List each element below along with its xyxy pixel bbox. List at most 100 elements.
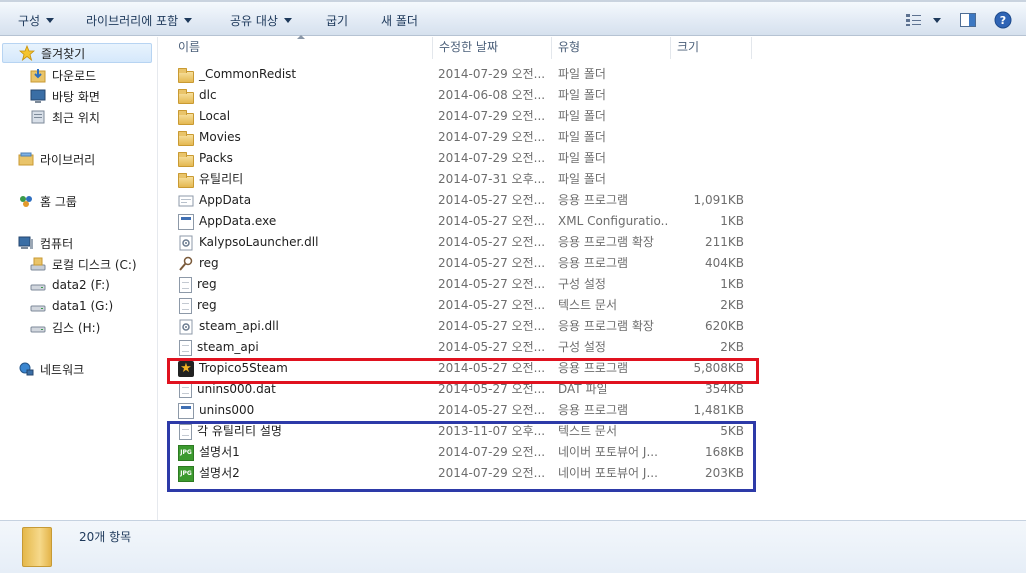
chevron-down-icon [283, 17, 292, 23]
file-row[interactable]: reg 2014-05-27 오전... 응용 프로그램 404KB [172, 253, 752, 274]
nav-homegroup-label: 홈 그룹 [40, 194, 77, 209]
help-button[interactable]: ? [993, 10, 1013, 30]
file-size: 2KB [720, 298, 744, 312]
file-row[interactable]: AppData 2014-05-27 오전... 응용 프로그램 1,091KB [172, 190, 752, 211]
nav-favorites-label: 즐겨찾기 [41, 46, 86, 61]
file-size: 1KB [720, 214, 744, 228]
file-name: Local [199, 109, 231, 123]
reg-file-icon [178, 256, 194, 272]
burn-button[interactable]: 굽기 [326, 11, 348, 29]
file-type: 응용 프로그램 [558, 256, 629, 270]
file-name-cell: Packs [178, 148, 233, 169]
column-size-header[interactable]: 크기 [671, 37, 752, 59]
file-row[interactable]: dlc 2014-06-08 오전... 파일 폴더 [172, 85, 752, 106]
file-type: 응용 프로그램 확장 [558, 319, 654, 333]
dll-file-icon [178, 319, 194, 335]
nav-drive-h[interactable]: 김스 (H:) [30, 317, 100, 337]
file-date: 2014-07-29 오전... [438, 67, 546, 81]
preview-pane-button[interactable] [958, 10, 978, 30]
application-icon [178, 213, 194, 230]
nav-desktop[interactable]: 바탕 화면 [30, 86, 100, 106]
nav-homegroup[interactable]: 홈 그룹 [18, 191, 77, 211]
include-in-library-button[interactable]: 라이브러리에 포함 [86, 11, 193, 29]
file-row[interactable]: reg 2014-05-27 오전... 텍스트 문서 2KB [172, 295, 752, 316]
star-icon [18, 44, 36, 62]
column-header-row: 이름 수정한 날짜 유형 크기 [172, 37, 752, 59]
homegroup-icon [18, 193, 34, 209]
file-type: 응용 프로그램 [558, 193, 629, 207]
file-name: Movies [199, 130, 241, 144]
nav-network[interactable]: 네트워크 [18, 359, 84, 379]
nav-recent[interactable]: 최근 위치 [30, 107, 100, 127]
navigation-pane: 즐겨찾기 다운로드 바탕 화면 최근 위치 라이브러리 홈 그룹 컴퓨터 로컬 … [0, 37, 158, 520]
file-type: 구성 설정 [558, 277, 606, 291]
share-with-button[interactable]: 공유 대상 [230, 11, 292, 29]
file-row[interactable]: steam_api 2014-05-27 오전... 구성 설정 2KB [172, 337, 752, 358]
nav-favorites[interactable]: 즐겨찾기 [2, 43, 152, 63]
chevron-down-icon [933, 17, 941, 23]
nav-local-disk-c[interactable]: 로컬 디스크 (C:) [30, 254, 137, 274]
file-date: 2014-05-27 오전... [438, 277, 546, 291]
file-type: 파일 폴더 [558, 130, 606, 144]
folder-icon [178, 109, 194, 125]
file-row[interactable]: Packs 2014-07-29 오전... 파일 폴더 [172, 148, 752, 169]
file-name-cell: Local [178, 106, 230, 127]
nav-desktop-label: 바탕 화면 [52, 89, 100, 104]
file-row[interactable]: steam_api.dll 2014-05-27 오전... 응용 프로그램 확장 6… [172, 316, 752, 337]
folder-icon [22, 527, 52, 567]
file-name-cell: reg [178, 274, 217, 295]
file-row[interactable]: Local 2014-07-29 오전... 파일 폴더 [172, 106, 752, 127]
file-date: 2014-07-29 오전... [438, 151, 546, 165]
file-date: 2014-07-29 오전... [438, 130, 546, 144]
file-date: 2014-06-08 오전... [438, 88, 546, 102]
column-type-header[interactable]: 유형 [552, 37, 671, 59]
file-name: AppData.exe [199, 214, 277, 228]
file-type: 파일 폴더 [558, 109, 606, 123]
file-name-cell: KalypsoLauncher.dll [178, 232, 318, 253]
file-name-cell: 유틸리티 [178, 169, 243, 190]
file-size: 1,091KB [693, 193, 744, 207]
file-name-cell: _CommonRedist [178, 64, 296, 85]
nav-computer-label: 컴퓨터 [40, 236, 74, 251]
column-date-header[interactable]: 수정한 날짜 [433, 37, 552, 59]
file-name: reg [197, 298, 217, 312]
nav-kimsu-label: 김스 (H:) [52, 320, 101, 335]
file-row[interactable]: 유틸리티 2014-07-31 오후... 파일 폴더 [172, 169, 752, 190]
downloads-folder-icon [30, 67, 46, 83]
nav-downloads-label: 다운로드 [52, 68, 97, 83]
nav-downloads[interactable]: 다운로드 [30, 65, 96, 85]
nav-drive-f[interactable]: data2 (F:) [30, 275, 110, 295]
file-size: 1KB [720, 277, 744, 291]
burn-label: 굽기 [326, 13, 349, 28]
file-name-cell: reg [178, 295, 217, 316]
file-name: Packs [199, 151, 233, 165]
file-type: 응용 프로그램 [558, 403, 629, 417]
red-highlight-box [167, 358, 759, 384]
nav-computer[interactable]: 컴퓨터 [18, 233, 73, 253]
column-size-label: 크기 [677, 40, 700, 54]
organize-label: 구성 [18, 13, 41, 28]
column-name-header[interactable]: 이름 [172, 37, 433, 59]
nav-local-disk-label: 로컬 디스크 (C:) [52, 257, 137, 272]
svg-text:?: ? [1000, 14, 1006, 27]
file-row[interactable]: unins000 2014-05-27 오전... 응용 프로그램 1,481KB [172, 400, 752, 421]
file-name-cell: Movies [178, 127, 241, 148]
nav-drive-g[interactable]: data1 (G:) [30, 296, 113, 316]
preview-pane-icon [960, 13, 976, 27]
desktop-icon [30, 88, 46, 104]
file-type: 텍스트 문서 [558, 298, 618, 312]
file-row[interactable]: Movies 2014-07-29 오전... 파일 폴더 [172, 127, 752, 148]
file-row[interactable]: AppData.exe 2014-05-27 오전... XML Configura… [172, 211, 752, 232]
file-row[interactable]: _CommonRedist 2014-07-29 오전... 파일 폴더 [172, 64, 752, 85]
new-folder-button[interactable]: 새 폴더 [381, 11, 418, 29]
change-view-button[interactable] [903, 10, 943, 30]
dll-file-icon [178, 235, 194, 251]
item-count: 20개 항목 [79, 530, 132, 544]
help-icon: ? [994, 11, 1012, 29]
file-row[interactable]: reg 2014-05-27 오전... 구성 설정 1KB [172, 274, 752, 295]
file-type: 파일 폴더 [558, 151, 606, 165]
file-row[interactable]: KalypsoLauncher.dll 2014-05-27 오전... 응용 프로… [172, 232, 752, 253]
nav-libraries-label: 라이브러리 [40, 152, 96, 167]
organize-menu-button[interactable]: 구성 [18, 11, 55, 29]
nav-libraries[interactable]: 라이브러리 [18, 149, 95, 169]
